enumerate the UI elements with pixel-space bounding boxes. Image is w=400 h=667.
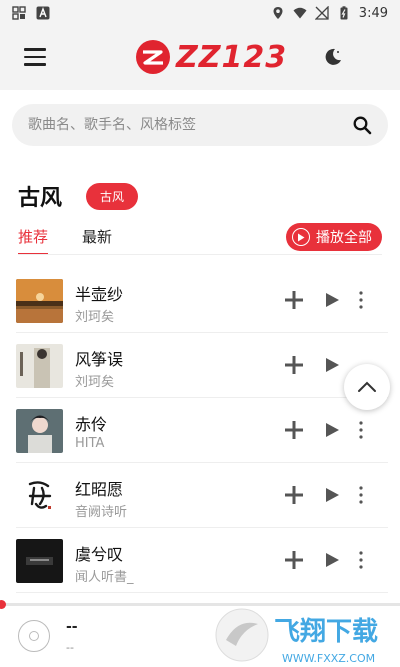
- logo-mark-icon: [136, 40, 170, 74]
- add-icon[interactable]: [284, 420, 304, 440]
- play-icon[interactable]: [324, 292, 340, 308]
- disc-icon: [18, 620, 50, 652]
- watermark-title: 飞翔下载: [274, 617, 378, 647]
- song-row[interactable]: 赤伶 HITA: [16, 398, 388, 463]
- play-icon[interactable]: [324, 357, 340, 373]
- song-title: 红昭愿: [75, 480, 124, 499]
- add-icon[interactable]: [284, 290, 304, 310]
- song-title: 风筝误: [75, 350, 124, 369]
- song-cover-sunset: [16, 279, 63, 323]
- menu-icon-bar: [24, 63, 46, 66]
- battery-icon: [340, 6, 348, 20]
- page-title: 古风: [18, 186, 63, 211]
- play-icon[interactable]: [324, 422, 340, 438]
- song-artist: 音阙诗听: [75, 505, 128, 520]
- add-icon[interactable]: [284, 355, 304, 375]
- location-icon: [273, 7, 283, 19]
- app-bar: ZZ123: [0, 26, 400, 90]
- song-row[interactable]: 半壶纱 刘珂矣: [16, 268, 388, 333]
- song-cover-portrait: [16, 344, 63, 388]
- tab-latest[interactable]: 最新: [82, 226, 112, 255]
- more-options-icon[interactable]: [356, 420, 366, 440]
- tab-bar: 推荐 最新: [18, 226, 112, 255]
- song-cover-portrait: [16, 409, 63, 453]
- search-bar[interactable]: [12, 104, 388, 146]
- night-mode-toggle[interactable]: [322, 46, 344, 68]
- add-icon[interactable]: [284, 485, 304, 505]
- status-bar: 3:49: [0, 0, 400, 26]
- signal-off-icon: [314, 6, 329, 20]
- play-all-button[interactable]: 播放全部: [286, 223, 382, 251]
- more-options-icon[interactable]: [356, 290, 366, 310]
- playback-progress-handle[interactable]: [0, 600, 6, 609]
- more-options-icon[interactable]: [356, 485, 366, 505]
- clock-time: 3:49: [358, 5, 388, 21]
- play-icon[interactable]: [324, 552, 340, 568]
- play-all-label: 播放全部: [316, 230, 372, 246]
- song-artist: HITA: [75, 436, 105, 451]
- category-tag-badge[interactable]: 古风: [86, 182, 139, 210]
- site-watermark: 飞翔下载 WWW.FXXZ.COM: [215, 608, 378, 665]
- wifi-icon: [293, 7, 307, 19]
- notification-grid-icon: [12, 6, 26, 20]
- tab-recommended[interactable]: 推荐: [18, 226, 49, 255]
- divider: [18, 254, 382, 255]
- song-title: 虞兮叹: [75, 545, 124, 564]
- song-row[interactable]: 风筝误 刘珂矣: [16, 333, 388, 398]
- add-icon[interactable]: [284, 550, 304, 570]
- song-cover-calligraphy: [16, 474, 63, 518]
- song-row[interactable]: 红昭愿 音阙诗听: [16, 463, 388, 528]
- play-icon[interactable]: [324, 487, 340, 503]
- song-cover-dark: [16, 539, 63, 583]
- song-row[interactable]: 虞兮叹 闻人听書_: [16, 528, 388, 593]
- scroll-to-top-button[interactable]: [344, 364, 390, 410]
- watermark-url: WWW.FXXZ.COM: [282, 652, 375, 665]
- more-options-icon[interactable]: [356, 550, 366, 570]
- play-circle-icon: [292, 228, 310, 246]
- notification-a-icon: [36, 6, 50, 20]
- song-title: 赤伶: [75, 415, 108, 434]
- player-artist: --: [66, 641, 74, 654]
- category-header: 古风 古风: [18, 180, 139, 212]
- song-artist: 刘珂矣: [75, 310, 115, 325]
- menu-icon-bar: [24, 55, 46, 58]
- player-song-title: --: [66, 619, 78, 635]
- song-title: 半壶纱: [75, 285, 124, 304]
- song-list: 半壶纱 刘珂矣 风筝误 刘珂矣 赤伶 HITA 红昭愿 音阙诗听 虞兮叹 闻人听…: [0, 268, 400, 593]
- song-artist: 闻人听書_: [75, 570, 134, 585]
- chevron-up-icon: [358, 381, 376, 392]
- app-logo: ZZ123: [134, 38, 287, 76]
- search-icon[interactable]: [352, 115, 372, 135]
- menu-button[interactable]: [24, 48, 46, 68]
- song-artist: 刘珂矣: [75, 375, 115, 390]
- logo-text: ZZ123: [176, 39, 288, 75]
- search-input[interactable]: [28, 117, 352, 133]
- menu-icon-bar: [24, 48, 46, 51]
